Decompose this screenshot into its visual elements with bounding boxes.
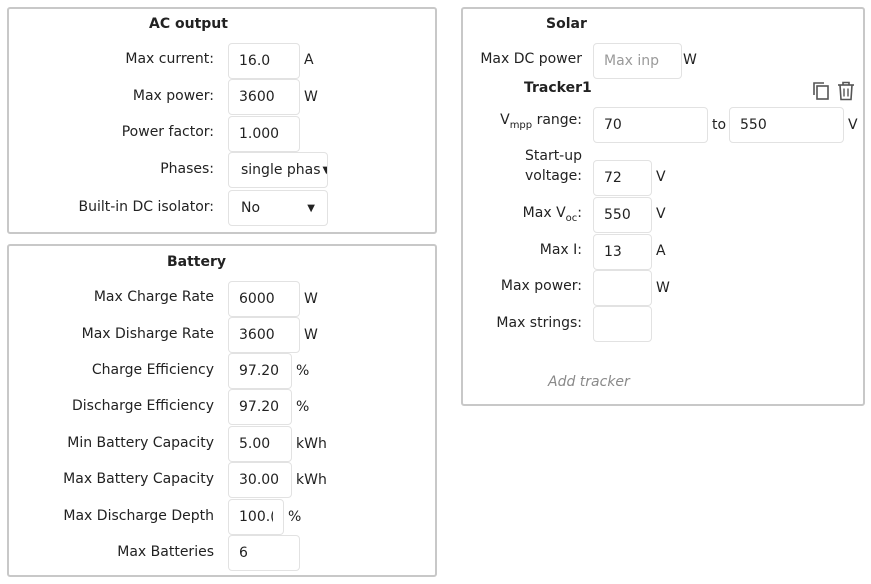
charge-efficiency-unit: % (296, 363, 310, 379)
ac-output-panel: AC output Max current: A Max power: W Po… (7, 7, 437, 234)
chevron-down-icon: ▼ (307, 202, 315, 214)
min-capacity-unit: kWh (296, 436, 327, 452)
max-discharge-depth-unit: % (288, 509, 302, 525)
startup-voltage-label-1: Start-up (524, 148, 582, 164)
max-capacity-unit: kWh (296, 472, 327, 488)
voc-label-main: Max V (522, 205, 566, 221)
max-i-unit: A (656, 243, 666, 259)
vmpp-label-main: V (500, 112, 510, 128)
power-factor-input[interactable] (228, 116, 300, 152)
vmpp-range-label: Vmpp range: (500, 111, 582, 131)
max-power-unit: W (304, 89, 318, 105)
dc-isolator-select[interactable]: No ▼ (228, 190, 328, 226)
max-capacity-input[interactable] (228, 462, 292, 498)
tracker-max-power-unit: W (656, 280, 670, 296)
max-voc-unit: V (656, 206, 666, 222)
max-discharge-rate-unit: W (304, 327, 318, 343)
max-current-input[interactable] (228, 43, 300, 79)
tracker-max-power-label: Max power: (500, 278, 582, 294)
max-dc-power-label: Max DC power (480, 51, 582, 67)
charge-efficiency-label: Charge Efficiency (91, 362, 214, 378)
min-capacity-input[interactable] (228, 426, 292, 462)
discharge-efficiency-label: Discharge Efficiency (71, 398, 214, 414)
max-batteries-label: Max Batteries (117, 544, 214, 560)
vmpp-to-input[interactable] (729, 107, 844, 143)
vmpp-from-input[interactable] (593, 107, 708, 143)
max-charge-rate-input[interactable] (228, 281, 300, 317)
phases-label: Phases: (160, 161, 214, 177)
battery-title: Battery (167, 254, 227, 270)
solar-title: Solar (546, 16, 587, 32)
max-discharge-rate-input[interactable] (228, 317, 300, 353)
max-voc-label: Max Voc: (522, 204, 582, 224)
ac-output-title: AC output (149, 16, 228, 32)
max-strings-input[interactable] (593, 306, 652, 342)
max-current-label: Max current: (125, 51, 214, 67)
vmpp-to-label: to (712, 117, 727, 133)
max-capacity-label: Max Battery Capacity (63, 471, 214, 487)
max-voc-input[interactable] (593, 197, 652, 233)
max-discharge-rate-label: Max Disharge Rate (81, 326, 214, 342)
max-power-label: Max power: (132, 88, 214, 104)
add-tracker-button[interactable]: Add tracker (548, 374, 630, 390)
max-current-unit: A (304, 52, 314, 68)
tracker-max-power-input[interactable] (593, 270, 652, 306)
tracker-title: Tracker1 (524, 80, 592, 96)
voc-label-sub: oc (565, 212, 578, 224)
vmpp-label-sub: mpp (509, 119, 533, 131)
solar-panel: Solar Max DC power W Tracker1 Vmpp range… (461, 7, 865, 406)
voc-label-rest: : (577, 205, 582, 221)
discharge-efficiency-input[interactable] (228, 389, 292, 425)
startup-voltage-label-2: voltage: (524, 168, 582, 184)
max-discharge-depth-input[interactable] (228, 499, 284, 535)
max-charge-rate-unit: W (304, 291, 318, 307)
trash-icon[interactable] (835, 80, 857, 102)
charge-efficiency-input[interactable] (228, 353, 292, 389)
copy-icon[interactable] (810, 80, 832, 102)
phases-select[interactable]: single phas ▼ (228, 152, 328, 188)
max-i-label: Max I: (539, 242, 582, 258)
startup-voltage-unit: V (656, 169, 666, 185)
battery-panel: Battery Max Charge Rate W Max Disharge R… (7, 244, 437, 577)
startup-voltage-input[interactable] (593, 160, 652, 196)
max-dc-power-unit: W (683, 52, 697, 68)
power-factor-label: Power factor: (121, 124, 214, 140)
max-power-input[interactable] (228, 79, 300, 115)
max-i-input[interactable] (593, 234, 652, 270)
max-charge-rate-label: Max Charge Rate (93, 289, 214, 305)
max-batteries-input[interactable] (228, 535, 300, 571)
max-strings-label: Max strings: (496, 315, 582, 331)
discharge-efficiency-unit: % (296, 399, 310, 415)
chevron-down-icon: ▼ (323, 165, 327, 176)
dc-isolator-label: Built-in DC isolator: (78, 199, 214, 215)
max-dc-power-input[interactable] (593, 43, 682, 79)
phases-select-value: single phas (241, 162, 321, 178)
min-capacity-label: Min Battery Capacity (67, 435, 214, 451)
vmpp-unit: V (848, 117, 858, 133)
max-discharge-depth-label: Max Discharge Depth (63, 508, 214, 524)
vmpp-label-rest: range: (532, 112, 582, 128)
dc-isolator-select-value: No (241, 200, 261, 216)
